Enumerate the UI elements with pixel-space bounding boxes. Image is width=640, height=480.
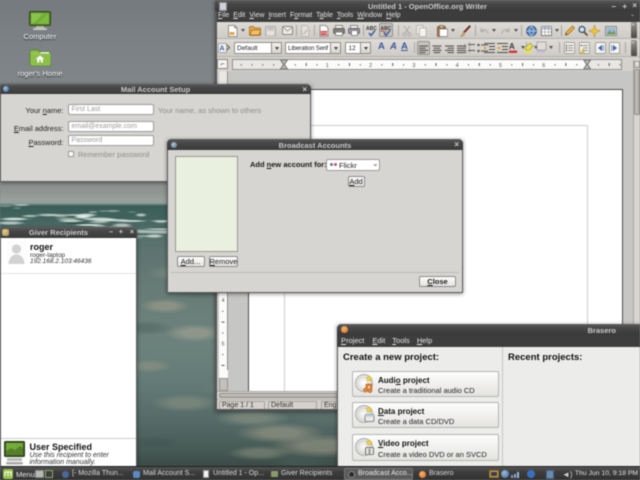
svg-text:PDF: PDF bbox=[321, 31, 329, 35]
svg-text:4: 4 bbox=[456, 63, 459, 69]
svg-text:A: A bbox=[509, 42, 515, 51]
svg-text:A: A bbox=[220, 46, 225, 53]
svg-text:1: 1 bbox=[464, 43, 467, 48]
svg-text:2: 2 bbox=[369, 63, 372, 69]
svg-text:5: 5 bbox=[499, 63, 502, 69]
svg-text:1: 1 bbox=[326, 63, 329, 69]
svg-text:3: 3 bbox=[412, 63, 415, 69]
svg-text:2: 2 bbox=[464, 49, 467, 54]
svg-text:4: 4 bbox=[221, 298, 224, 304]
svg-text:5: 5 bbox=[221, 341, 224, 347]
svg-text:6: 6 bbox=[542, 63, 545, 69]
